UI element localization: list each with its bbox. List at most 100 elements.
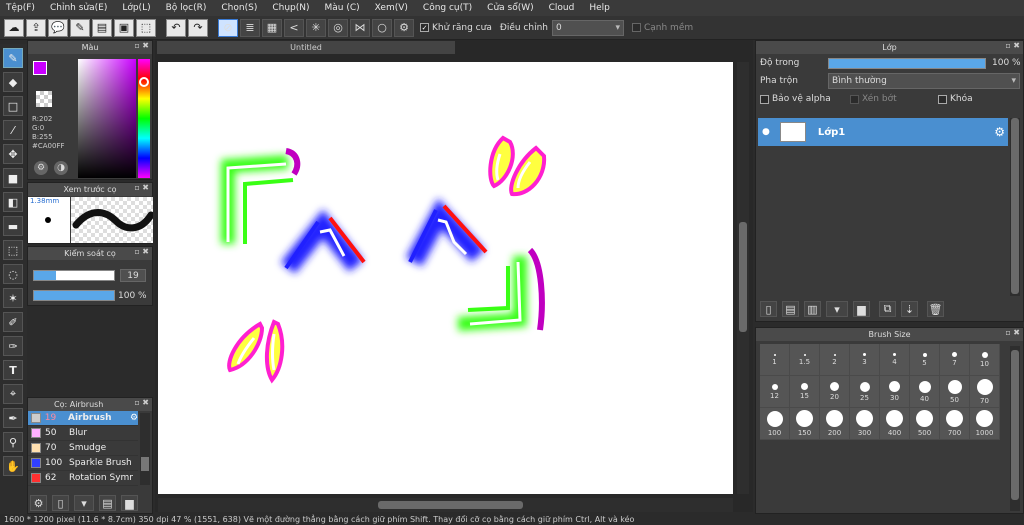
new-halftone-layer-icon[interactable]: ▤ [782, 301, 799, 317]
menu-item[interactable]: Màu (C) [325, 3, 360, 13]
menu-item[interactable]: Chụp(N) [272, 3, 309, 13]
layer-scrollbar[interactable] [1010, 118, 1020, 296]
brush-size-value[interactable]: 19 [120, 269, 146, 282]
transparent-color[interactable] [36, 91, 52, 107]
brush-list-item[interactable]: 70 Smudge [28, 441, 138, 456]
brush-list-item[interactable]: 100 Sparkle Brush [28, 456, 138, 471]
visibility-icon[interactable]: ● [762, 127, 770, 137]
hand-tool-icon[interactable]: ✋ [3, 456, 23, 476]
brush-size-slider[interactable] [33, 270, 115, 281]
canvas-horizontal-scrollbar[interactable] [158, 498, 733, 512]
menu-item[interactable]: Cloud [549, 3, 575, 13]
adjust-select[interactable]: 0 [551, 19, 624, 36]
brush-size-option[interactable]: 150 [790, 408, 820, 440]
brush-folder-icon[interactable]: ▆ [121, 495, 138, 511]
brush-size-scrollbar[interactable] [1010, 346, 1020, 511]
brush-size-option[interactable]: 12 [760, 376, 790, 408]
layer-item[interactable]: ● Lớp1 ⚙ [758, 118, 1008, 146]
panel-controls-icon[interactable]: ▫ ✖ [134, 41, 149, 50]
canvas-vertical-thumb[interactable] [739, 222, 747, 332]
brush-size-option[interactable]: 25 [850, 376, 880, 408]
brush-size-option[interactable]: 4 [880, 344, 910, 376]
concentric-icon[interactable]: ◎ [328, 18, 348, 37]
menu-item[interactable]: Help [589, 3, 610, 13]
layer-opacity-slider[interactable] [828, 57, 986, 69]
pen-tool-icon[interactable]: ✒ [3, 408, 23, 428]
document-tab[interactable]: Untitled [157, 41, 455, 54]
brush-settings-icon[interactable]: ⚙ [130, 413, 138, 423]
divide-tool-icon[interactable]: ⌖ [3, 384, 23, 404]
smooth-checkbox[interactable]: Cạnh mềm [631, 23, 693, 33]
grid-ruler-icon[interactable]: ▦ [262, 18, 282, 37]
clipping-checkbox[interactable]: Xén bớt [850, 94, 938, 104]
new-layer-icon[interactable]: ▯ [760, 301, 777, 317]
brush-list-scrollbar[interactable] [140, 413, 150, 485]
edit-icon[interactable]: ✎ [70, 18, 90, 37]
panel-controls-icon[interactable]: ▫ ✖ [134, 398, 149, 407]
rect-select-icon[interactable]: ⬚ [3, 240, 23, 260]
lasso-select-icon[interactable]: ◌ [3, 264, 23, 284]
hue-slider[interactable] [138, 59, 150, 178]
eyedropper-icon[interactable]: ⚲ [3, 432, 23, 452]
menu-item[interactable]: Công cụ(T) [423, 3, 472, 13]
blend-mode-select[interactable]: Bình thường [828, 73, 1020, 89]
new-brush-icon[interactable]: ▯ [52, 495, 69, 511]
brush-size-option[interactable]: 20 [820, 376, 850, 408]
perspective-icon[interactable]: < [284, 18, 304, 37]
antialias-checkbox[interactable]: ✓ Khử răng cưa [420, 23, 492, 33]
brush-size-option[interactable]: 400 [880, 408, 910, 440]
no-symmetry-icon[interactable]: ⊘ [218, 18, 238, 37]
brush-size-option[interactable]: 700 [940, 408, 970, 440]
undo-icon[interactable]: ↶ [166, 18, 186, 37]
brush-list-item[interactable]: 50 Blur [28, 426, 138, 441]
menu-item[interactable]: Lớp(L) [122, 3, 150, 13]
menu-item[interactable]: Tệp(F) [6, 3, 35, 13]
rect-tool-icon[interactable]: □ [3, 96, 23, 116]
brush-size-option[interactable]: 5 [910, 344, 940, 376]
color-mix-icon[interactable]: ◑ [54, 161, 68, 175]
saturation-value-picker[interactable] [78, 59, 136, 178]
brush-list-item[interactable]: 62 Rotation Symme [28, 471, 138, 486]
select-eraser-icon[interactable]: ✑ [3, 336, 23, 356]
brush-size-option[interactable]: 50 [940, 376, 970, 408]
brush-settings-icon[interactable]: ⚙ [30, 495, 47, 511]
radial-icon[interactable]: ✳ [306, 18, 326, 37]
lock-checkbox[interactable]: Khóa [938, 94, 973, 104]
add-brush-icon[interactable]: ▾ [74, 495, 94, 511]
magic-wand-icon[interactable]: ✶ [3, 288, 23, 308]
menu-item[interactable]: Cửa sổ(W) [487, 3, 533, 13]
new-8bit-layer-icon[interactable]: ▥ [804, 301, 821, 317]
cloud-icon[interactable]: ☁ [4, 18, 24, 37]
menu-item[interactable]: Chọn(S) [221, 3, 257, 13]
brush-list-thumb[interactable] [141, 457, 149, 471]
brush-size-option[interactable]: 2 [820, 344, 850, 376]
merge-layer-icon[interactable]: ⇣ [901, 301, 918, 317]
export-icon[interactable]: ⇪ [26, 18, 46, 37]
layer-scroll-thumb[interactable] [1011, 118, 1019, 294]
duplicate-layer-icon[interactable]: ⧉ [879, 301, 896, 317]
drawing-canvas[interactable] [158, 62, 733, 494]
folder-icon[interactable]: ▆ [853, 301, 870, 317]
brush-size-option[interactable]: 15 [790, 376, 820, 408]
select-icon[interactable]: ⬚ [136, 18, 156, 37]
panel-controls-icon[interactable]: ▫ ✖ [1005, 41, 1020, 50]
brush-size-option[interactable]: 1000 [970, 408, 1000, 440]
delete-layer-icon[interactable]: 🗑 [927, 301, 944, 317]
brush-size-option[interactable]: 500 [910, 408, 940, 440]
brush-size-option[interactable]: 70 [970, 376, 1000, 408]
brush-tool-icon[interactable]: ✎ [3, 48, 23, 68]
brush-size-option[interactable]: 300 [850, 408, 880, 440]
brush-size-option[interactable]: 100 [760, 408, 790, 440]
symmetry-icon[interactable]: ⋈ [350, 18, 370, 37]
circle-ruler-icon[interactable]: ○ [372, 18, 392, 37]
brush-size-option[interactable]: 3 [850, 344, 880, 376]
brush-size-option[interactable]: 200 [820, 408, 850, 440]
settings-icon[interactable]: ⚙ [394, 18, 414, 37]
palette-icon[interactable]: ⚙ [34, 161, 48, 175]
canvas-vertical-scrollbar[interactable] [737, 62, 749, 494]
foreground-color[interactable] [33, 61, 47, 75]
redo-icon[interactable]: ↷ [188, 18, 208, 37]
panel-controls-icon[interactable]: ▫ ✖ [134, 247, 149, 256]
select-pen-icon[interactable]: ✐ [3, 312, 23, 332]
add-layer-menu-icon[interactable]: ▾ [826, 301, 848, 317]
